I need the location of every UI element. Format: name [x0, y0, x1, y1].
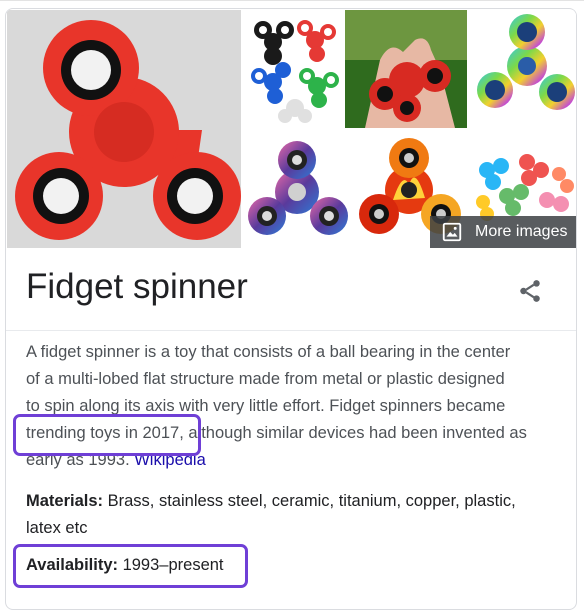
knowledge-panel: More images Fidget spinner A fidget spin… [5, 8, 577, 610]
description-line: A fidget spinner is a toy that consists … [26, 343, 511, 361]
fact-materials: Materials: Brass, stainless steel, ceram… [26, 488, 566, 542]
description-line: to spin along its axis with very little … [26, 397, 506, 415]
fact-value-availability: 1993–present [118, 556, 224, 574]
fact-value-materials: Brass, stainless steel, ceramic, titaniu… [103, 492, 516, 510]
description-line: trending toys in 2017, although similar … [26, 424, 527, 442]
entity-title: Fidget spinner [26, 267, 248, 306]
image-gallery: More images [7, 10, 576, 248]
entity-description: A fidget spinner is a toy that consists … [26, 339, 566, 474]
share-icon [520, 280, 540, 302]
share-button[interactable] [512, 273, 548, 309]
fact-label-materials: Materials: [26, 492, 104, 510]
image-galaxy-spinner[interactable] [243, 130, 351, 248]
description-line: early as 1993. Wikipedia [26, 447, 566, 474]
image-rainbow-spinner[interactable] [469, 10, 576, 128]
more-images-label: More images [475, 223, 568, 240]
description-text: early as 1993. [26, 451, 135, 469]
main-image-red-spinner[interactable] [7, 10, 241, 248]
wikipedia-link[interactable]: Wikipedia [134, 451, 206, 469]
image-multicolor-spinners[interactable] [243, 10, 343, 128]
top-divider [0, 0, 584, 1]
image-hand-spinner[interactable] [345, 10, 467, 128]
description-line: of a multi-lobed flat structure made fro… [26, 370, 505, 388]
fact-availability: Availability: 1993–present [26, 552, 566, 579]
panel-header: Fidget spinner [6, 254, 576, 331]
fact-label-availability: Availability: [26, 556, 118, 574]
fact-value-materials-cont: latex etc [26, 519, 88, 537]
image-icon [442, 222, 462, 242]
more-images-button[interactable]: More images [430, 216, 576, 248]
